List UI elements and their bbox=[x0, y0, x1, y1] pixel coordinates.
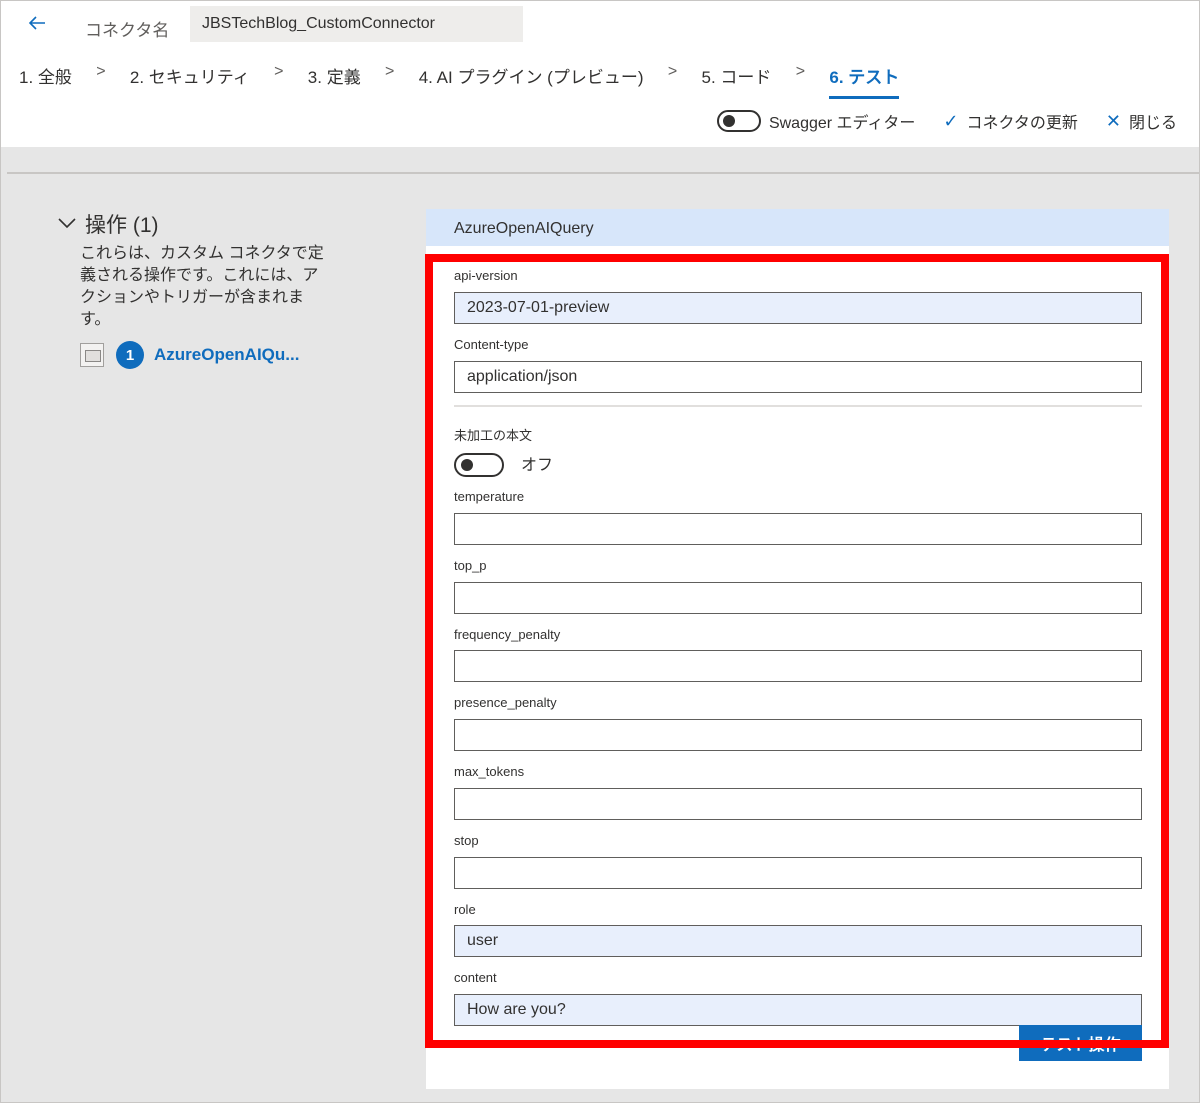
top-p-input[interactable] bbox=[454, 582, 1142, 614]
close-icon: ✕ bbox=[1105, 110, 1121, 131]
step-ai-plugin[interactable]: 4. AI プラグイン (プレビュー) bbox=[419, 61, 644, 99]
step-general[interactable]: 1. 全般 bbox=[19, 61, 72, 99]
presence-penalty-label: presence_penalty bbox=[454, 695, 557, 710]
raw-body-label: 未加工の本文 bbox=[454, 428, 533, 443]
content-type-label: Content-type bbox=[454, 337, 529, 352]
operations-title: 操作 (1) bbox=[85, 214, 159, 237]
wizard-steps: 1. 全般 > 2. セキュリティ > 3. 定義 > 4. AI プラグイン … bbox=[19, 61, 900, 99]
operation-number-badge: 1 bbox=[116, 341, 144, 369]
connector-name-label: コネクタ名 bbox=[85, 21, 170, 40]
max-tokens-input[interactable] bbox=[454, 788, 1142, 820]
raw-body-toggle-text: オフ bbox=[521, 457, 554, 474]
broken-image-icon bbox=[80, 343, 104, 367]
frequency-penalty-input[interactable] bbox=[454, 650, 1142, 682]
content-label: content bbox=[454, 970, 497, 985]
max-tokens-label: max_tokens bbox=[454, 764, 525, 779]
api-version-input[interactable] bbox=[454, 292, 1142, 324]
update-connector-label: コネクタの更新 bbox=[966, 115, 1078, 132]
operation-test-panel: AzureOpenAIQuery api-version Content-typ… bbox=[426, 209, 1169, 1089]
stop-input[interactable] bbox=[454, 857, 1142, 889]
toggle-knob bbox=[461, 459, 473, 471]
close-label: 閉じる bbox=[1128, 115, 1177, 132]
close-button[interactable]: ✕ 閉じる bbox=[1106, 109, 1177, 133]
frequency-penalty-label: frequency_penalty bbox=[454, 627, 561, 642]
step-definition[interactable]: 3. 定義 bbox=[308, 61, 361, 99]
stop-label: stop bbox=[454, 833, 479, 848]
operation-item[interactable]: 1 AzureOpenAIQu... bbox=[80, 341, 299, 369]
presence-penalty-input[interactable] bbox=[454, 719, 1142, 751]
raw-body-toggle[interactable] bbox=[454, 453, 504, 477]
content-type-input[interactable] bbox=[454, 361, 1142, 393]
separator bbox=[454, 405, 1142, 407]
chevron-right-icon: > bbox=[96, 63, 106, 80]
operations-header[interactable]: 操作 (1) bbox=[57, 209, 159, 239]
top-p-label: top_p bbox=[454, 558, 487, 573]
divider bbox=[7, 172, 1199, 174]
api-version-label: api-version bbox=[454, 268, 518, 283]
toggle-knob bbox=[722, 115, 735, 127]
chevron-down-icon[interactable] bbox=[57, 214, 77, 235]
test-operation-button[interactable]: テスト操作 bbox=[1019, 1025, 1142, 1061]
chevron-right-icon: > bbox=[274, 63, 284, 80]
step-security[interactable]: 2. セキュリティ bbox=[130, 61, 250, 99]
toggle-switch[interactable] bbox=[716, 110, 761, 132]
chevron-right-icon: > bbox=[385, 63, 395, 80]
content-input[interactable] bbox=[454, 994, 1142, 1026]
top-bar: コネクタ名 1. 全般 > 2. セキュリティ > 3. 定義 > 4. AI … bbox=[1, 1, 1199, 147]
content-area: 操作 (1) これらは、カスタム コネクタで定義される操作です。これには、アクシ… bbox=[1, 147, 1199, 1102]
step-test[interactable]: 6. テスト bbox=[829, 61, 900, 99]
role-label: role bbox=[454, 902, 476, 917]
swagger-editor-label: Swagger エディター bbox=[768, 115, 916, 132]
chevron-right-icon: > bbox=[667, 63, 678, 80]
header-actions: Swagger エディター ✓ コネクタの更新 ✕ 閉じる bbox=[716, 109, 1177, 133]
temperature-label: temperature bbox=[454, 489, 525, 504]
update-connector-button[interactable]: ✓ コネクタの更新 bbox=[943, 109, 1077, 133]
role-input[interactable] bbox=[454, 925, 1142, 957]
connector-name-input[interactable] bbox=[190, 6, 523, 42]
step-code[interactable]: 5. コード bbox=[702, 61, 772, 99]
back-arrow-icon[interactable] bbox=[25, 11, 49, 35]
operation-name[interactable]: AzureOpenAIQu... bbox=[154, 345, 299, 365]
temperature-input[interactable] bbox=[454, 513, 1142, 545]
chevron-right-icon: > bbox=[795, 63, 806, 80]
swagger-editor-toggle[interactable]: Swagger エディター bbox=[716, 109, 916, 133]
operations-description: これらは、カスタム コネクタで定義される操作です。これには、アクションやトリガー… bbox=[80, 245, 324, 328]
panel-title: AzureOpenAIQuery bbox=[426, 209, 1169, 246]
checkmark-icon: ✓ bbox=[943, 110, 959, 131]
